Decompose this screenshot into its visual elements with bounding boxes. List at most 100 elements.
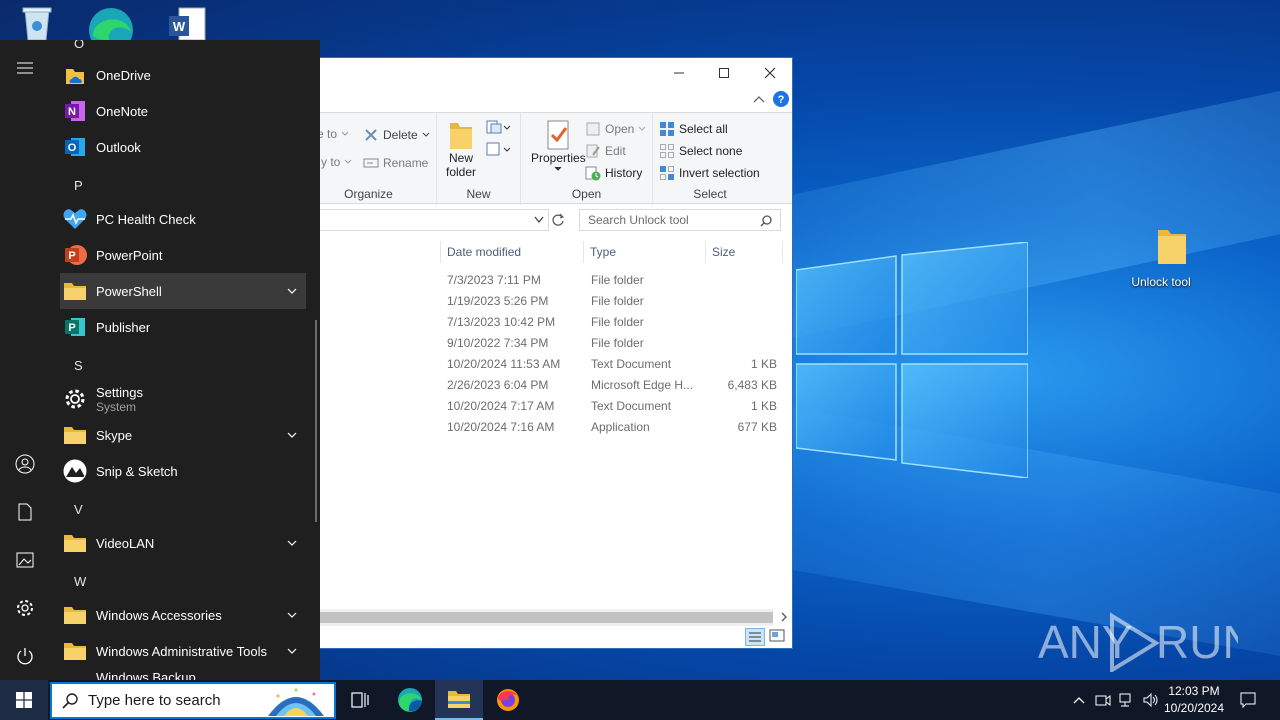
help-icon[interactable]: ? <box>773 91 789 107</box>
show-hidden-icons-button[interactable] <box>1068 680 1090 720</box>
easy-access-button[interactable] <box>485 141 511 157</box>
new-folder-button[interactable]: New folder <box>443 119 479 179</box>
search-input[interactable]: Search Unlock tool <box>579 209 781 231</box>
scroll-right-arrow-icon[interactable] <box>779 612 789 622</box>
select-all-label: Select all <box>679 122 728 136</box>
close-button[interactable] <box>747 58 793 88</box>
invert-selection-button[interactable]: Invert selection <box>659 165 760 181</box>
documents-button[interactable] <box>0 492 50 532</box>
file-row[interactable]: 7/3/2023 7:11 PM File folder <box>301 270 791 291</box>
open-icon <box>586 122 600 136</box>
svg-text:O: O <box>68 142 77 154</box>
title-bar <box>301 58 792 88</box>
notifications-button[interactable] <box>1234 680 1262 720</box>
onenote-icon: N <box>62 98 88 124</box>
scrollbar-thumb[interactable] <box>301 612 773 623</box>
taskbar-firefox-button[interactable] <box>484 680 532 720</box>
search-placeholder: Type here to search <box>88 692 221 709</box>
app-onenote[interactable]: N OneNote <box>60 93 306 129</box>
chevron-down-icon[interactable] <box>534 216 544 224</box>
chevron-down-icon[interactable] <box>286 537 298 549</box>
taskbar-clock[interactable]: 12:03 PM 10/20/2024 <box>1158 683 1230 717</box>
meet-now-button[interactable] <box>1092 680 1114 720</box>
chevron-down-icon[interactable] <box>286 285 298 297</box>
file-row[interactable]: 10/20/2024 7:17 AM Text Document 1 KB <box>301 396 791 417</box>
dropdown-arrow-icon <box>422 132 430 137</box>
folder-icon <box>62 602 88 628</box>
select-none-button[interactable]: Select none <box>659 143 742 159</box>
column-header-date[interactable]: Date modified <box>440 241 584 263</box>
horizontal-scrollbar[interactable] <box>301 609 773 626</box>
app-windows-accessories[interactable]: Windows Accessories <box>60 597 306 633</box>
history-button[interactable]: History <box>585 165 642 181</box>
open-button[interactable]: Open <box>585 121 647 137</box>
chevron-down-icon[interactable] <box>286 609 298 621</box>
chevron-down-icon[interactable] <box>286 429 298 441</box>
outlook-icon: O <box>62 134 88 160</box>
new-folder-label-2: folder <box>445 165 477 179</box>
app-skype[interactable]: Skype <box>60 417 306 453</box>
file-type: Text Document <box>591 357 672 371</box>
network-button[interactable] <box>1116 680 1138 720</box>
app-powershell[interactable]: PowerShell <box>60 273 306 309</box>
folder-icon <box>448 691 470 708</box>
minimize-button[interactable] <box>656 58 702 88</box>
expand-menu-button[interactable] <box>0 48 50 88</box>
file-row[interactable]: 10/20/2024 7:16 AM Application 677 KB <box>301 417 791 438</box>
edge-icon[interactable] <box>86 6 136 52</box>
folder-icon <box>62 638 88 664</box>
taskbar-search-box[interactable]: Type here to search <box>50 682 336 719</box>
edit-button[interactable]: Edit <box>585 143 626 159</box>
file-row[interactable]: 7/13/2023 10:42 PM File folder <box>301 312 791 333</box>
file-row[interactable]: 2/26/2023 6:04 PM Microsoft Edge H... 6,… <box>301 375 791 396</box>
word-doc-icon[interactable]: W <box>162 6 212 43</box>
new-item-button[interactable] <box>485 119 511 135</box>
power-icon <box>17 648 33 665</box>
close-icon <box>764 67 776 79</box>
app-publisher[interactable]: P Publisher <box>60 309 306 345</box>
app-pc-health-check[interactable]: PC Health Check <box>60 201 306 237</box>
open-group: Properties Open Edit History Open <box>521 113 653 205</box>
address-bar[interactable] <box>301 209 549 231</box>
app-settings[interactable]: Settings System <box>60 380 306 418</box>
app-snip-sketch[interactable]: Snip & Sketch <box>60 453 306 489</box>
file-row[interactable]: 1/19/2023 5:26 PM File folder <box>301 291 791 312</box>
app-outlook[interactable]: O Outlook <box>60 129 306 165</box>
pictures-button[interactable] <box>0 540 50 580</box>
recycle-bin-icon[interactable] <box>12 6 62 43</box>
select-all-button[interactable]: Select all <box>659 121 728 137</box>
power-button[interactable] <box>0 636 50 676</box>
chevron-down-icon[interactable] <box>286 645 298 657</box>
refresh-icon[interactable] <box>551 213 565 227</box>
copy-to-button[interactable]: y to <box>321 155 353 169</box>
large-icons-view-icon[interactable] <box>769 629 785 643</box>
taskbar-edge-button[interactable] <box>386 680 434 720</box>
new-group-label: New <box>466 187 491 201</box>
app-videolan[interactable]: VideoLAN <box>60 525 306 561</box>
file-row[interactable]: 9/10/2022 7:34 PM File folder <box>301 333 791 354</box>
app-onedrive[interactable]: OneDrive <box>60 57 306 93</box>
task-view-button[interactable] <box>336 680 384 720</box>
file-row[interactable]: 10/20/2024 11:53 AM Text Document 1 KB <box>301 354 791 375</box>
app-windows-backup[interactable]: Windows Backup <box>60 669 306 681</box>
start-button[interactable] <box>0 680 48 720</box>
collapse-ribbon-icon[interactable] <box>753 95 765 103</box>
properties-button[interactable]: Properties <box>531 119 586 173</box>
delete-button[interactable]: Delete <box>363 127 431 143</box>
open-label: Open <box>605 122 635 136</box>
column-header-type[interactable]: Type <box>584 241 706 263</box>
rename-button[interactable]: Rename <box>363 155 428 171</box>
desktop-icon-unlock-tool[interactable]: Unlock tool <box>1121 224 1201 289</box>
details-view-icon[interactable] <box>745 628 765 646</box>
move-to-button[interactable]: e to <box>317 127 350 141</box>
maximize-button[interactable] <box>701 58 747 88</box>
app-windows-admin-tools[interactable]: Windows Administrative Tools <box>60 633 306 669</box>
minimize-icon <box>674 72 684 74</box>
taskbar-file-explorer-button[interactable] <box>435 680 483 720</box>
column-header-size[interactable]: Size <box>706 241 783 263</box>
user-account-button[interactable] <box>0 444 50 484</box>
app-sublabel: System <box>96 399 137 414</box>
app-powerpoint[interactable]: P PowerPoint <box>60 237 306 273</box>
settings-rail-button[interactable] <box>0 588 50 628</box>
start-menu-scrollbar[interactable] <box>315 320 317 522</box>
